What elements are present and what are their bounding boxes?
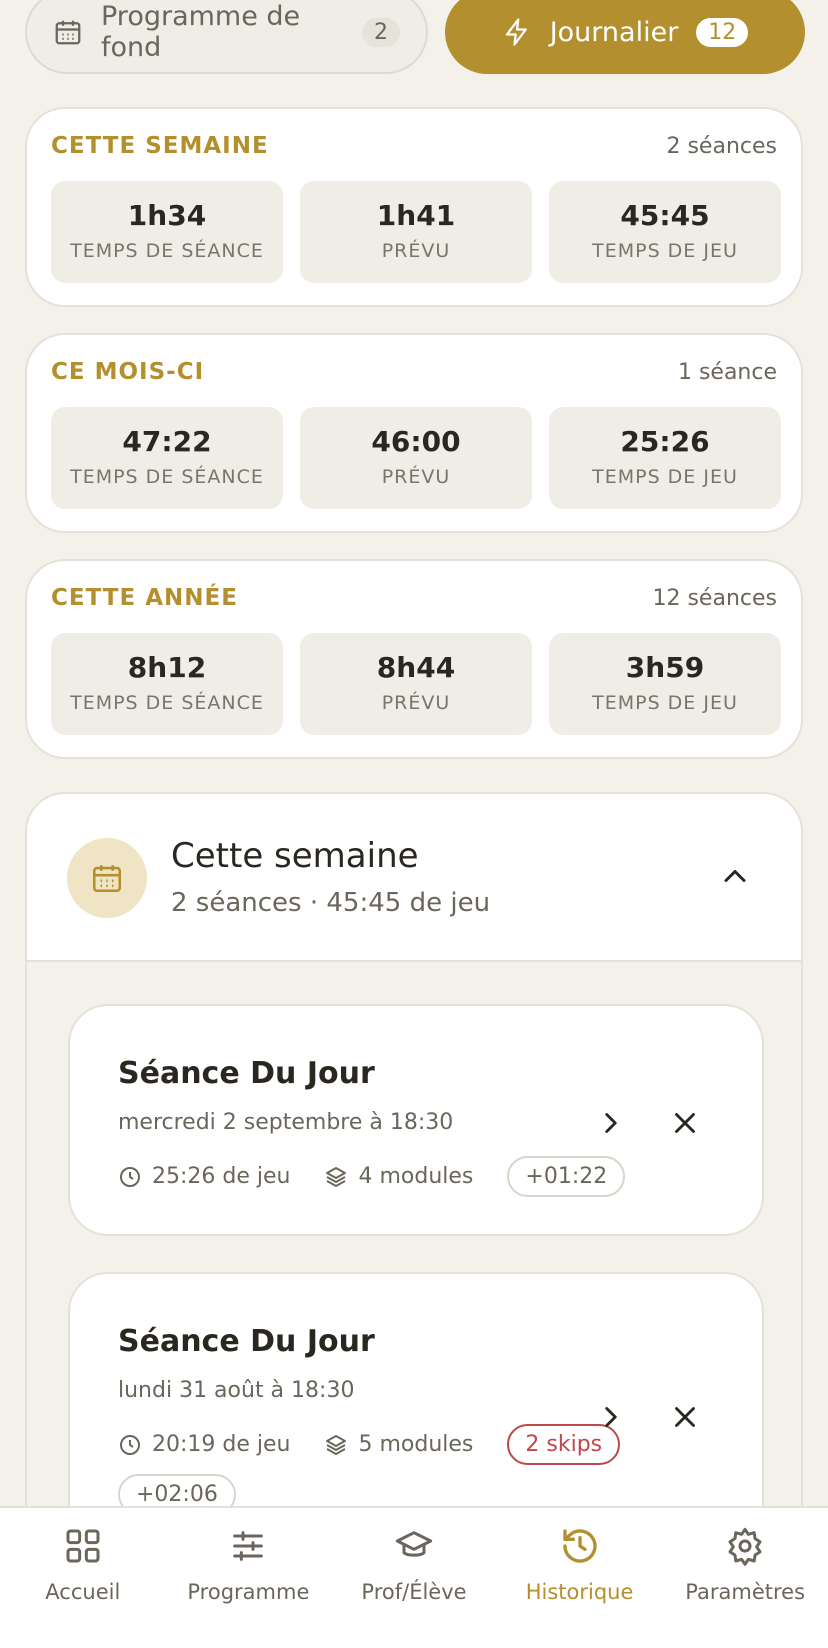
stat-label: PRÉVU — [381, 466, 451, 488]
daily-count: 12 — [696, 17, 749, 47]
stat-value: 8h44 — [376, 651, 456, 684]
session-card[interactable]: Séance Du Jour mercredi 2 septembre à 18… — [68, 1004, 764, 1236]
daily-label: Journalier — [549, 16, 679, 48]
session-title: Séance Du Jour — [118, 1324, 375, 1359]
stat-label: TEMPS DE JEU — [592, 240, 738, 262]
stats-session-count: 12 séances — [652, 585, 777, 611]
week-group-header[interactable]: Cette semaine 2 séances · 45:45 de jeu — [27, 794, 801, 962]
stats-title: CETTE SEMAINE — [51, 133, 269, 159]
stat-value: 47:22 — [122, 425, 212, 458]
nav-label: Prof/Élève — [361, 1580, 467, 1604]
chevron-up-icon[interactable] — [717, 858, 753, 894]
nav-item-prof-eleve[interactable]: Prof/Élève — [331, 1508, 497, 1648]
stat-value: 1h41 — [376, 199, 456, 232]
nav-label: Accueil — [45, 1580, 121, 1604]
stat-label: TEMPS DE SÉANCE — [70, 466, 264, 488]
stat-cell: 3h59 TEMPS DE JEU — [549, 633, 781, 735]
stat-cell: 1h34 TEMPS DE SÉANCE — [51, 181, 283, 283]
chevron-right-icon[interactable] — [594, 1106, 628, 1140]
sliders-icon — [233, 1531, 264, 1561]
session-meta: 20:19 de jeu 5 modules 2 skips — [118, 1424, 621, 1465]
stat-cell: 25:26 TEMPS DE JEU — [549, 407, 781, 509]
history-icon — [562, 1529, 597, 1563]
bottom-nav: Accueil Programme Prof/Élève Historique … — [0, 1506, 828, 1648]
stat-value: 8h12 — [127, 651, 207, 684]
stat-cell: 8h12 TEMPS DE SÉANCE — [51, 633, 283, 735]
week-group-subtitle: 2 séances · 45:45 de jeu — [171, 888, 491, 918]
nav-item-programme[interactable]: Programme — [166, 1508, 332, 1648]
clock-icon — [120, 1434, 140, 1455]
session-meta: 25:26 de jeu 4 modules +01:22 — [118, 1156, 626, 1197]
session-modules: 5 modules — [358, 1432, 474, 1457]
close-icon[interactable] — [668, 1400, 702, 1434]
stat-label: TEMPS DE SÉANCE — [70, 692, 264, 714]
layers-icon — [326, 1434, 347, 1455]
stats-title: CETTE ANNÉE — [51, 585, 238, 611]
session-delta-wrap: +02:06 — [118, 1474, 236, 1515]
stat-cell: 1h41 PRÉVU — [300, 181, 532, 283]
background-program-count: 2 — [362, 17, 400, 47]
stats-year-card: CETTE ANNÉE 12 séances 8h12 TEMPS DE SÉAN… — [25, 559, 803, 759]
stat-label: PRÉVU — [381, 240, 451, 262]
nav-item-parametres[interactable]: Paramètres — [662, 1508, 828, 1648]
stat-value: 45:45 — [620, 199, 710, 232]
nav-label: Historique — [525, 1580, 634, 1604]
calendar-icon — [55, 20, 81, 45]
nav-label: Programme — [187, 1580, 310, 1604]
stat-cell: 8h44 PRÉVU — [300, 633, 532, 735]
stat-cell: 47:22 TEMPS DE SÉANCE — [51, 407, 283, 509]
stat-cell: 46:00 PRÉVU — [300, 407, 532, 509]
session-modules: 4 modules — [358, 1164, 474, 1189]
session-play-time: 25:26 de jeu — [152, 1164, 291, 1189]
session-date: lundi 31 août à 18:30 — [118, 1378, 355, 1403]
session-title: Séance Du Jour — [118, 1056, 375, 1091]
stats-month-card: CE MOIS-CI 1 séance 47:22 TEMPS DE SÉANCE… — [25, 333, 803, 533]
stats-session-count: 1 séance — [677, 359, 777, 385]
stat-value: 25:26 — [620, 425, 710, 458]
graduation-cap-icon — [395, 1531, 433, 1557]
stat-value: 46:00 — [371, 425, 461, 458]
week-group-title: Cette semaine — [171, 836, 419, 876]
session-play-time: 20:19 de jeu — [152, 1432, 291, 1457]
stat-cell: 45:45 TEMPS DE JEU — [549, 181, 781, 283]
stat-label: PRÉVU — [381, 692, 451, 714]
chevron-right-icon[interactable] — [594, 1400, 628, 1434]
week-avatar — [67, 838, 147, 918]
stat-label: TEMPS DE SÉANCE — [70, 240, 264, 262]
background-program-label: Programme de fond — [101, 1, 301, 63]
stat-value: 1h34 — [127, 199, 207, 232]
nav-item-historique[interactable]: Historique — [497, 1508, 663, 1648]
daily-tab[interactable]: Journalier 12 — [445, 0, 805, 74]
session-delta-badge: +01:22 — [507, 1156, 626, 1197]
stat-value: 3h59 — [625, 651, 705, 684]
gear-icon — [728, 1527, 762, 1566]
close-icon[interactable] — [668, 1106, 702, 1140]
clock-icon — [120, 1166, 140, 1187]
stats-week-card: CETTE SEMAINE 2 séances 1h34 TEMPS DE SÉA… — [25, 107, 803, 307]
nav-label: Paramètres — [685, 1580, 806, 1604]
screen: Programme de fond 2 Journalier 12 CETTE … — [0, 0, 828, 1648]
stats-title: CE MOIS-CI — [51, 359, 205, 385]
nav-item-accueil[interactable]: Accueil — [0, 1508, 166, 1648]
mode-toggle: Programme de fond 2 Journalier 12 — [25, 0, 805, 74]
session-date: mercredi 2 septembre à 18:30 — [118, 1110, 454, 1135]
stats-session-count: 2 séances — [666, 133, 777, 159]
stat-label: TEMPS DE JEU — [592, 692, 738, 714]
stat-label: TEMPS DE JEU — [592, 466, 738, 488]
layers-icon — [326, 1166, 347, 1187]
calendar-icon — [92, 865, 122, 893]
lightning-icon — [505, 18, 527, 46]
background-program-tab[interactable]: Programme de fond 2 — [25, 0, 428, 74]
grid-icon — [66, 1529, 100, 1563]
